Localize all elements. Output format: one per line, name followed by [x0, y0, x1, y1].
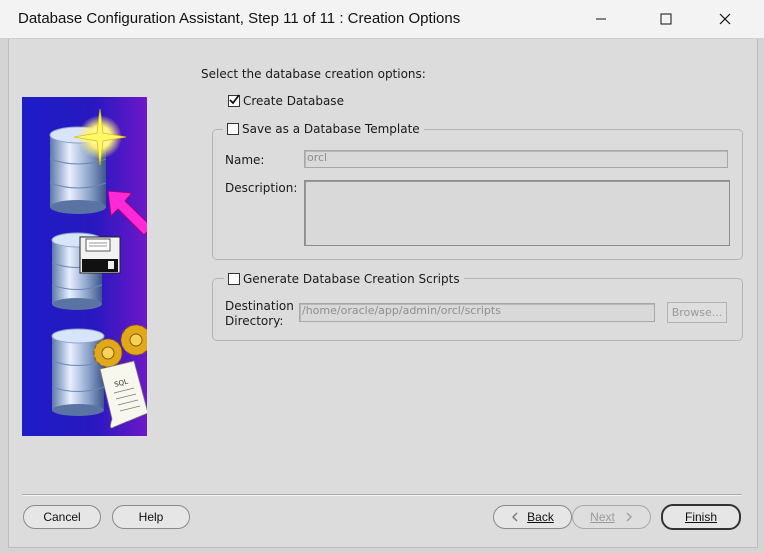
- checkmark-icon: [229, 94, 240, 105]
- generate-scripts-label: Generate Database Creation Scripts: [243, 272, 460, 286]
- database-cylinder-3: [51, 328, 105, 416]
- intro-text: Select the database creation options:: [201, 67, 426, 81]
- finish-button[interactable]: Finish: [661, 504, 741, 530]
- minimize-icon: [596, 18, 606, 20]
- description-textarea[interactable]: [304, 180, 730, 246]
- title-bar: Database Configuration Assistant, Step 1…: [0, 0, 764, 39]
- chevron-left-icon: [512, 512, 518, 522]
- checkbox-box: [228, 94, 240, 107]
- chevron-right-icon: [626, 512, 632, 522]
- finish-label: Finish: [684, 510, 717, 524]
- back-button[interactable]: Back: [493, 505, 572, 529]
- destination-label-line1: Destination: [225, 299, 294, 313]
- close-button[interactable]: [702, 4, 748, 34]
- create-database-checkbox[interactable]: Create Database: [228, 94, 344, 108]
- create-database-label: Create Database: [243, 94, 344, 108]
- browse-button[interactable]: Browse...: [667, 302, 727, 323]
- bottom-separator: [22, 494, 742, 496]
- name-label: Name:: [225, 153, 265, 167]
- window-title: Database Configuration Assistant, Step 1…: [18, 10, 461, 27]
- next-button[interactable]: Next: [572, 505, 651, 529]
- checkbox-box: [228, 273, 240, 285]
- save-template-label: Save as a Database Template: [242, 122, 420, 136]
- minimize-button[interactable]: [578, 4, 624, 34]
- maximize-button[interactable]: [643, 4, 689, 34]
- floppy-disk-icon: [79, 236, 121, 274]
- description-label: Description:: [225, 181, 298, 195]
- destination-label-line2: Directory:: [225, 314, 284, 328]
- cancel-button[interactable]: Cancel: [23, 505, 101, 529]
- destination-directory-input[interactable]: /home/oracle/app/admin/orcl/scripts: [299, 303, 655, 322]
- back-label: Back: [527, 510, 554, 524]
- maximize-icon: [660, 13, 672, 25]
- name-input[interactable]: orcl: [304, 150, 728, 168]
- cancel-label: Cancel: [43, 510, 81, 524]
- checkbox-box: [227, 123, 239, 135]
- save-template-checkbox[interactable]: Save as a Database Template: [223, 122, 424, 136]
- help-button[interactable]: Help: [112, 505, 190, 529]
- generate-scripts-checkbox[interactable]: Generate Database Creation Scripts: [224, 272, 464, 286]
- close-icon: [719, 13, 731, 25]
- next-label: Next: [590, 510, 615, 524]
- database-illustration: SQL: [22, 97, 147, 436]
- help-label: Help: [138, 510, 164, 524]
